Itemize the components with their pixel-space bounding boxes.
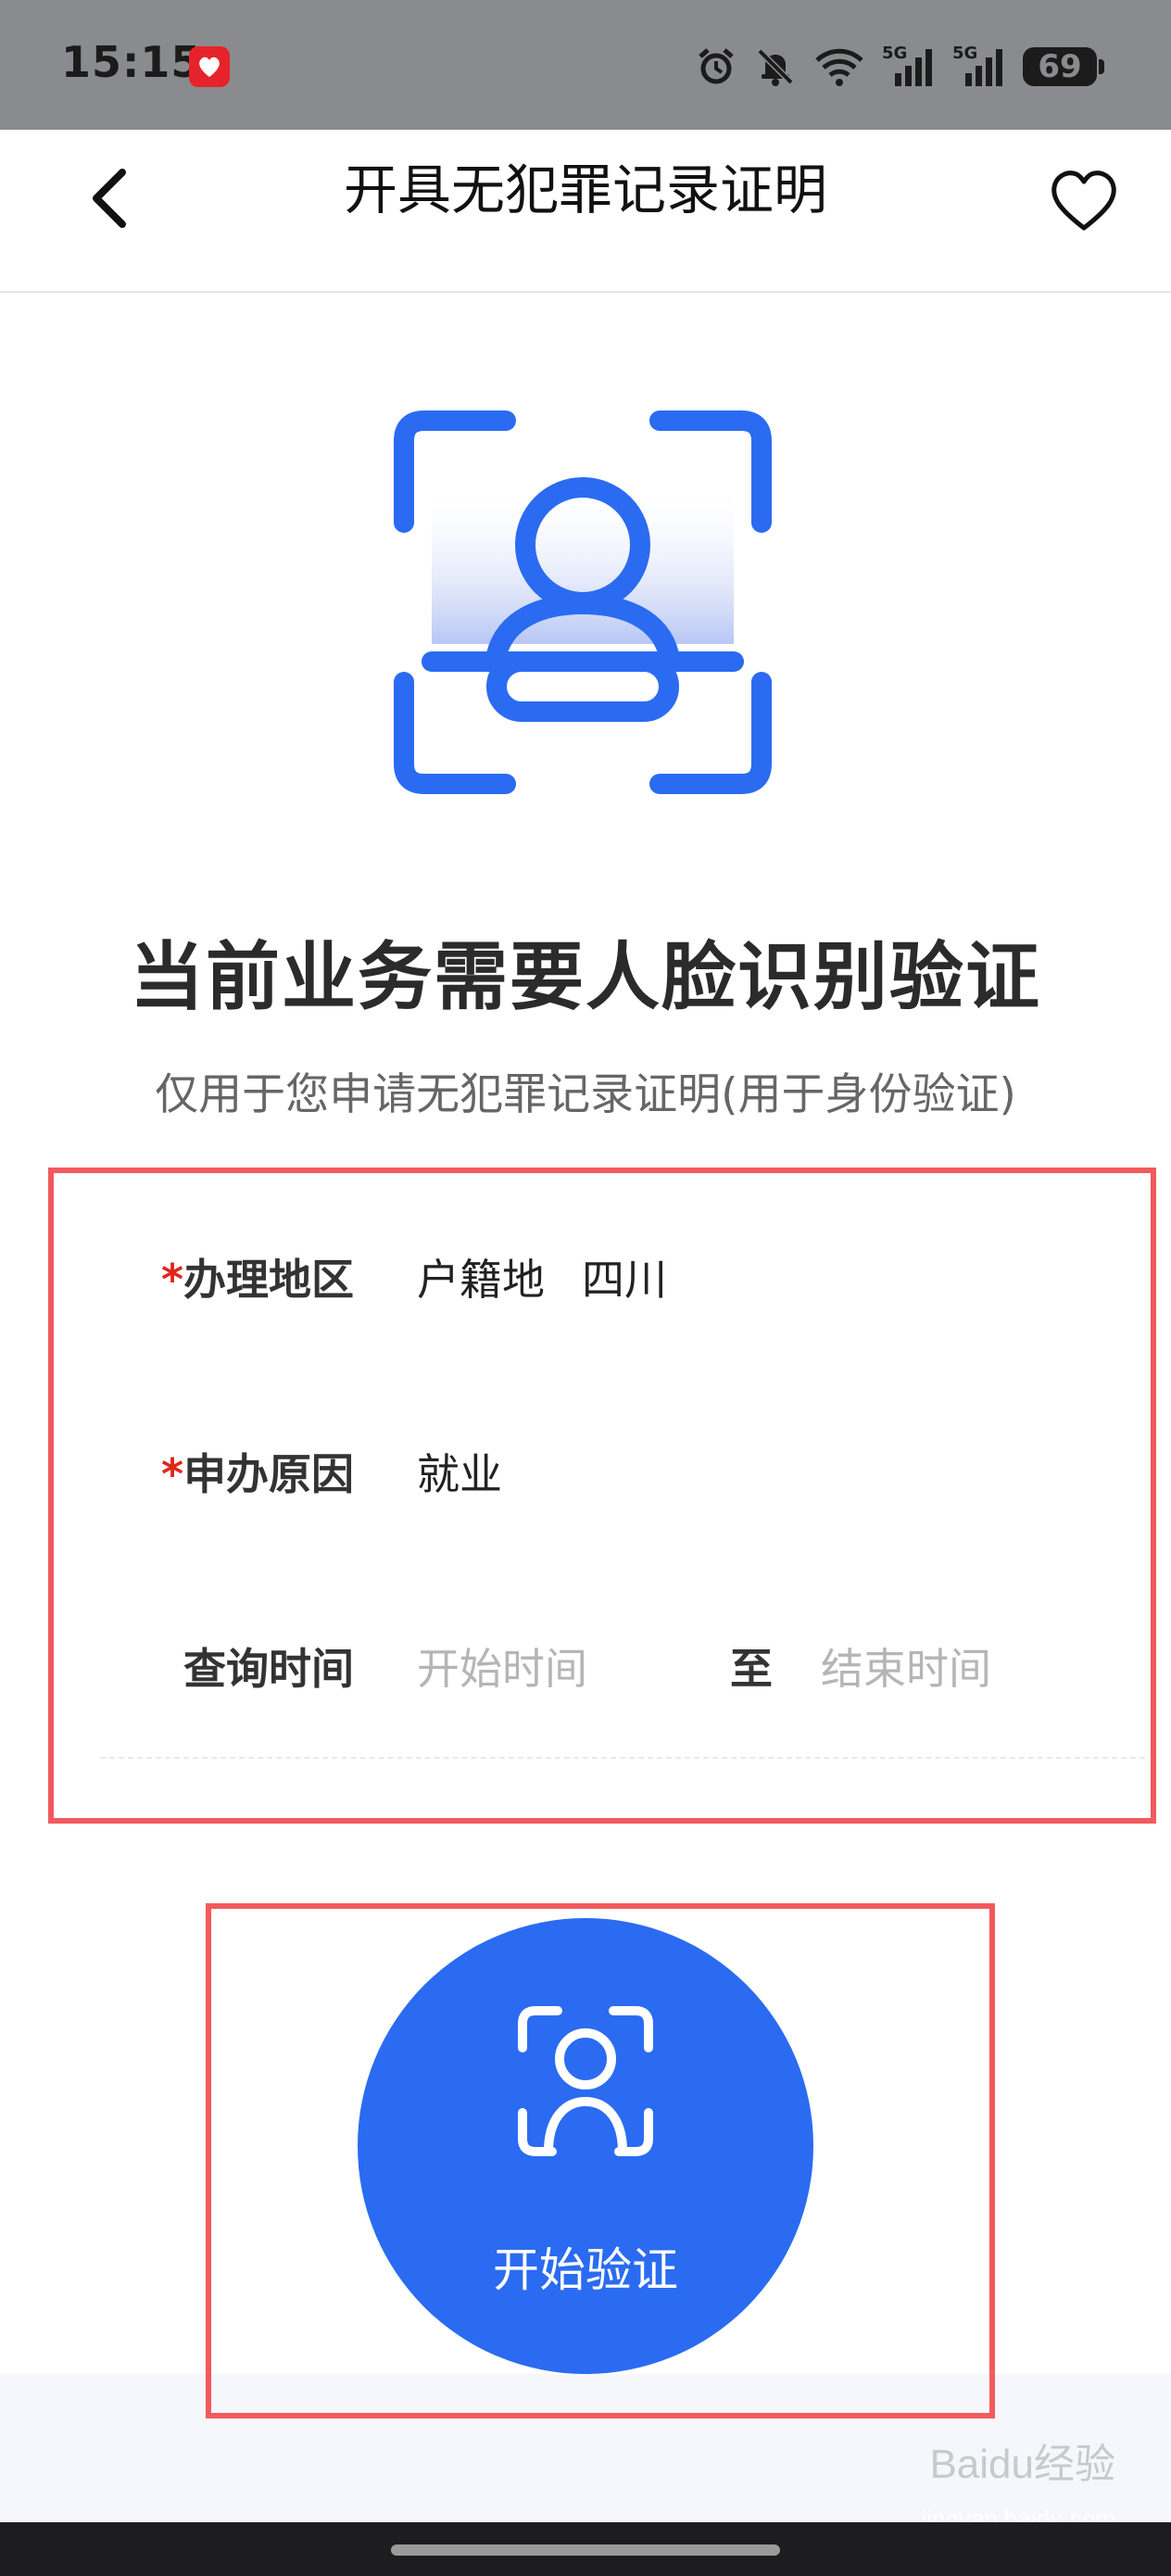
status-time: 15:15 <box>61 37 202 87</box>
status-icons: 5G 5G 69 <box>695 43 1104 91</box>
app-notification-icon <box>189 46 230 87</box>
region-label: *办理地区 <box>160 1255 354 1305</box>
query-time-label: 查询时间 <box>183 1644 354 1694</box>
favorite-button[interactable] <box>1045 161 1123 239</box>
alarm-icon <box>699 48 734 84</box>
region-row[interactable]: *办理地区 户籍地 四川 <box>54 1240 1151 1314</box>
application-form: *办理地区 户籍地 四川 *申办原因 就业 查询时间 开始时间 至 结束时间 <box>48 1168 1156 1824</box>
required-mark: * <box>160 1449 183 1499</box>
cellular-signal-icon-2: 5G <box>952 44 1006 88</box>
status-bar: 15:15 5G 5G 69 <box>0 0 1171 130</box>
reason-label: *申办原因 <box>160 1449 354 1499</box>
page: 15:15 5G 5G 69 开具无犯罪记录证明 当前业务需要人脸识别验证 仅用… <box>0 0 1171 2576</box>
query-time-row: 查询时间 开始时间 至 结束时间 <box>54 1629 1151 1703</box>
page-title: 开具无犯罪记录证明 <box>343 158 827 221</box>
end-time-field[interactable]: 结束时间 <box>821 1635 991 1697</box>
face-scan-button-icon <box>518 2006 653 2156</box>
form-divider <box>100 1757 1145 1759</box>
title-bar: 开具无犯罪记录证明 <box>0 130 1171 293</box>
heart-icon <box>1051 170 1116 231</box>
required-mark: * <box>160 1255 183 1305</box>
wifi-icon <box>815 48 863 86</box>
sub-heading: 仅用于您申请无犯罪记录证明(用于身份验证) <box>155 1069 1016 1120</box>
start-verification-label: 开始验证 <box>493 2243 678 2297</box>
cellular-signal-icon: 5G <box>882 44 936 88</box>
mute-bell-icon <box>757 48 794 86</box>
reason-value[interactable]: 就业 <box>417 1441 502 1502</box>
face-scan-illustration <box>393 408 773 797</box>
face-scan-icon <box>394 410 772 794</box>
region-type: 户籍地 <box>417 1255 545 1305</box>
region-value[interactable]: 户籍地 四川 <box>417 1246 667 1307</box>
main-heading: 当前业务需要人脸识别验证 <box>130 934 1041 1020</box>
system-nav-bar <box>0 2522 1171 2576</box>
start-time-field[interactable]: 开始时间 <box>417 1635 587 1697</box>
time-separator: 至 <box>730 1644 773 1694</box>
watermark-brand: Baidu经验 <box>929 2442 1115 2487</box>
reason-row[interactable]: *申办原因 就业 <box>54 1434 1151 1509</box>
start-verification-button[interactable]: 开始验证 <box>358 1918 813 2374</box>
battery-indicator: 69 <box>1023 47 1104 86</box>
region-province: 四川 <box>582 1255 667 1305</box>
baidu-watermark: Baidu经验 jingyan.baidu.com <box>921 2442 1115 2532</box>
home-indicator[interactable] <box>391 2544 780 2556</box>
